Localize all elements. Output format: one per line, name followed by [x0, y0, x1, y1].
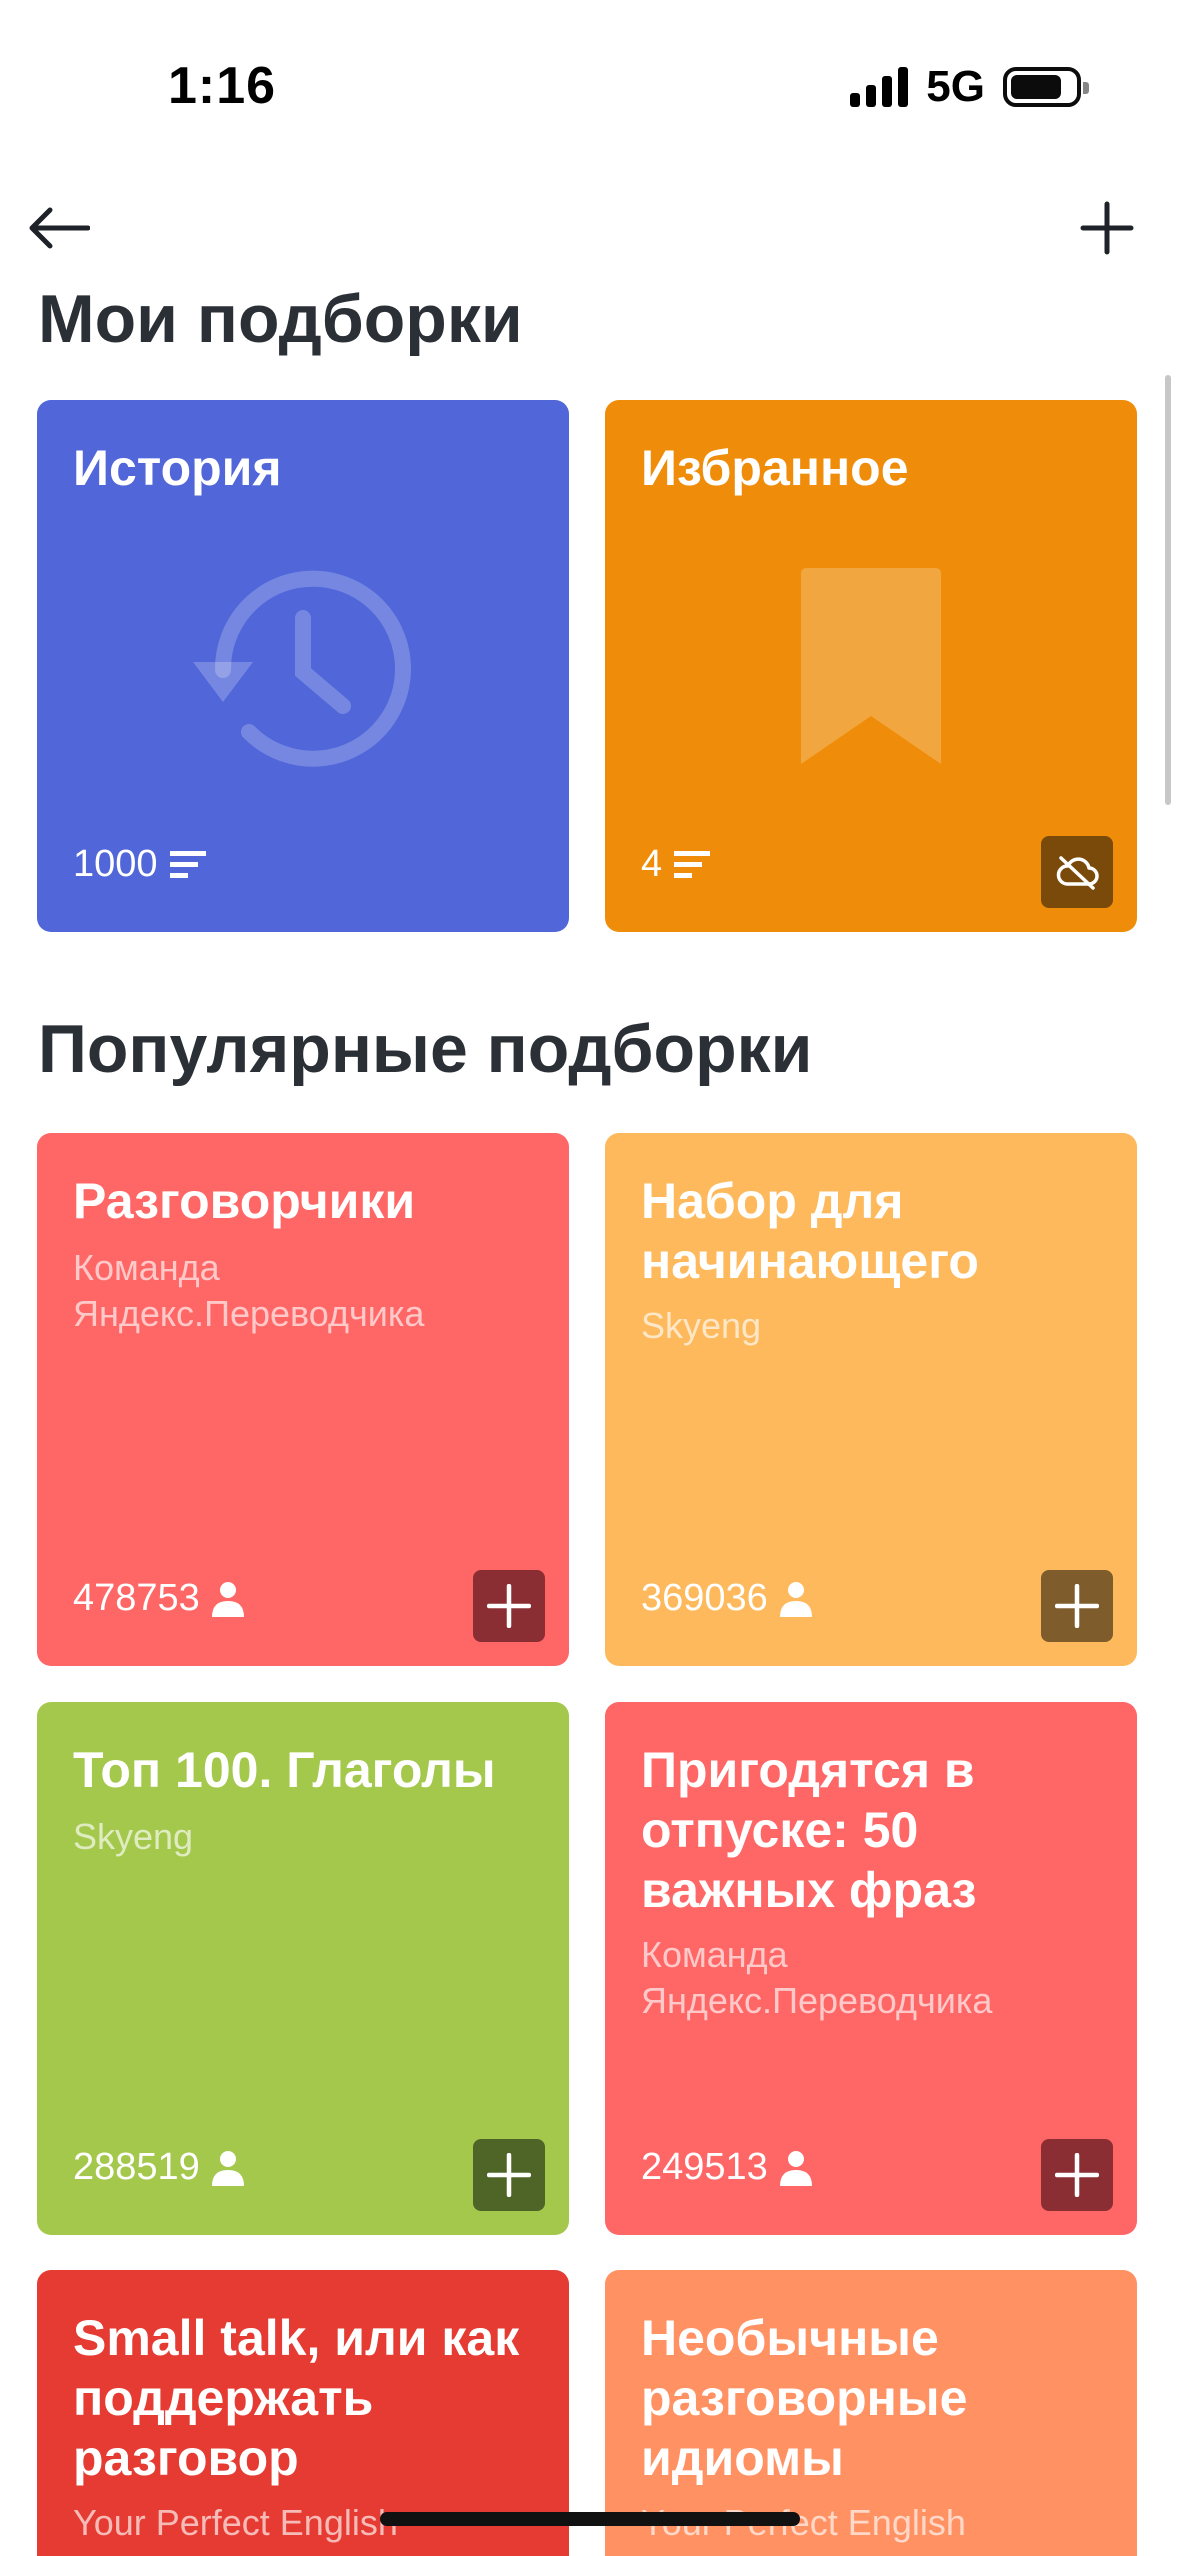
- card-author: Команда Яндекс.Переводчика: [73, 1247, 425, 1334]
- cloud-off-button[interactable]: [1041, 836, 1113, 908]
- my-collections-title: Мои подборки: [38, 281, 523, 357]
- card-title: Набор для начинающего: [641, 1173, 979, 1289]
- add-collection-button[interactable]: [473, 1570, 545, 1642]
- back-button[interactable]: [18, 188, 98, 268]
- plus-icon: [1055, 1584, 1099, 1628]
- home-indicator[interactable]: [380, 2512, 800, 2526]
- card-title: Пригодятся в отпуске: 50 важных фраз: [641, 1742, 977, 1918]
- popular-collections-title: Популярные подборки: [38, 1011, 813, 1087]
- list-icon: [674, 850, 711, 878]
- card-author: Skyeng: [641, 1305, 762, 1346]
- status-time: 1:16: [168, 57, 277, 115]
- signal-icon: [850, 67, 909, 107]
- card-subscribers: 478753: [73, 1577, 244, 1620]
- card-title: Разговорчики: [73, 1173, 416, 1229]
- bookmark-icon: [801, 568, 941, 773]
- subscribers-value: 249513: [641, 2146, 768, 2188]
- subscribers-value: 369036: [641, 1577, 768, 1619]
- collection-card[interactable]: Разговорчики Команда Яндекс.Переводчика …: [37, 1133, 569, 1666]
- person-icon: [779, 1581, 812, 1617]
- scrollbar[interactable]: [1165, 375, 1171, 805]
- add-collection-button[interactable]: [1067, 188, 1147, 268]
- battery-icon: [1003, 67, 1089, 107]
- arrow-left-icon: [29, 207, 90, 249]
- add-collection-button[interactable]: [1041, 2139, 1113, 2211]
- cloud-off-icon: [1056, 856, 1099, 890]
- person-icon: [779, 2150, 812, 2186]
- person-icon: [211, 2150, 244, 2186]
- card-subscribers: 249513: [641, 2146, 812, 2189]
- plus-icon: [487, 2153, 531, 2197]
- plus-icon: [1080, 201, 1134, 255]
- status-icons: 5G: [850, 62, 1089, 112]
- card-title: История: [73, 440, 282, 496]
- subscribers-value: 288519: [73, 2146, 200, 2188]
- card-subscribers: 369036: [641, 1577, 812, 1620]
- collections-screen: 1:16 5G Мои подборки История 1000 Избран…: [0, 0, 1179, 2556]
- collection-card-history[interactable]: История 1000: [37, 400, 569, 932]
- card-count-value: 4: [641, 843, 663, 885]
- collection-card-favorites[interactable]: Избранное 4: [605, 400, 1137, 932]
- card-count: 1000: [73, 843, 206, 886]
- card-title: Топ 100. Глаголы: [73, 1742, 496, 1798]
- collection-card[interactable]: Набор для начинающего Skyeng 369036: [605, 1133, 1137, 1666]
- add-collection-button[interactable]: [1041, 1570, 1113, 1642]
- collection-card[interactable]: Пригодятся в отпуске: 50 важных фраз Ком…: [605, 1702, 1137, 2235]
- card-count-value: 1000: [73, 843, 158, 885]
- card-title: Small talk, или как поддержать разговор: [73, 2310, 520, 2486]
- list-icon: [169, 850, 206, 878]
- card-title: Избранное: [641, 440, 909, 496]
- card-count: 4: [641, 843, 711, 886]
- plus-icon: [1055, 2153, 1099, 2197]
- person-icon: [211, 1581, 244, 1617]
- card-author: Команда Яндекс.Переводчика: [641, 1934, 993, 2021]
- subscribers-value: 478753: [73, 1577, 200, 1619]
- add-collection-button[interactable]: [473, 2139, 545, 2211]
- plus-icon: [487, 1584, 531, 1628]
- collection-card[interactable]: Топ 100. Глаголы Skyeng 288519: [37, 1702, 569, 2235]
- card-title: Необычные разговорные идиомы: [641, 2310, 968, 2486]
- history-icon: [183, 560, 423, 785]
- network-label: 5G: [926, 62, 985, 111]
- card-subscribers: 288519: [73, 2146, 244, 2189]
- card-author: Skyeng: [73, 1816, 194, 1857]
